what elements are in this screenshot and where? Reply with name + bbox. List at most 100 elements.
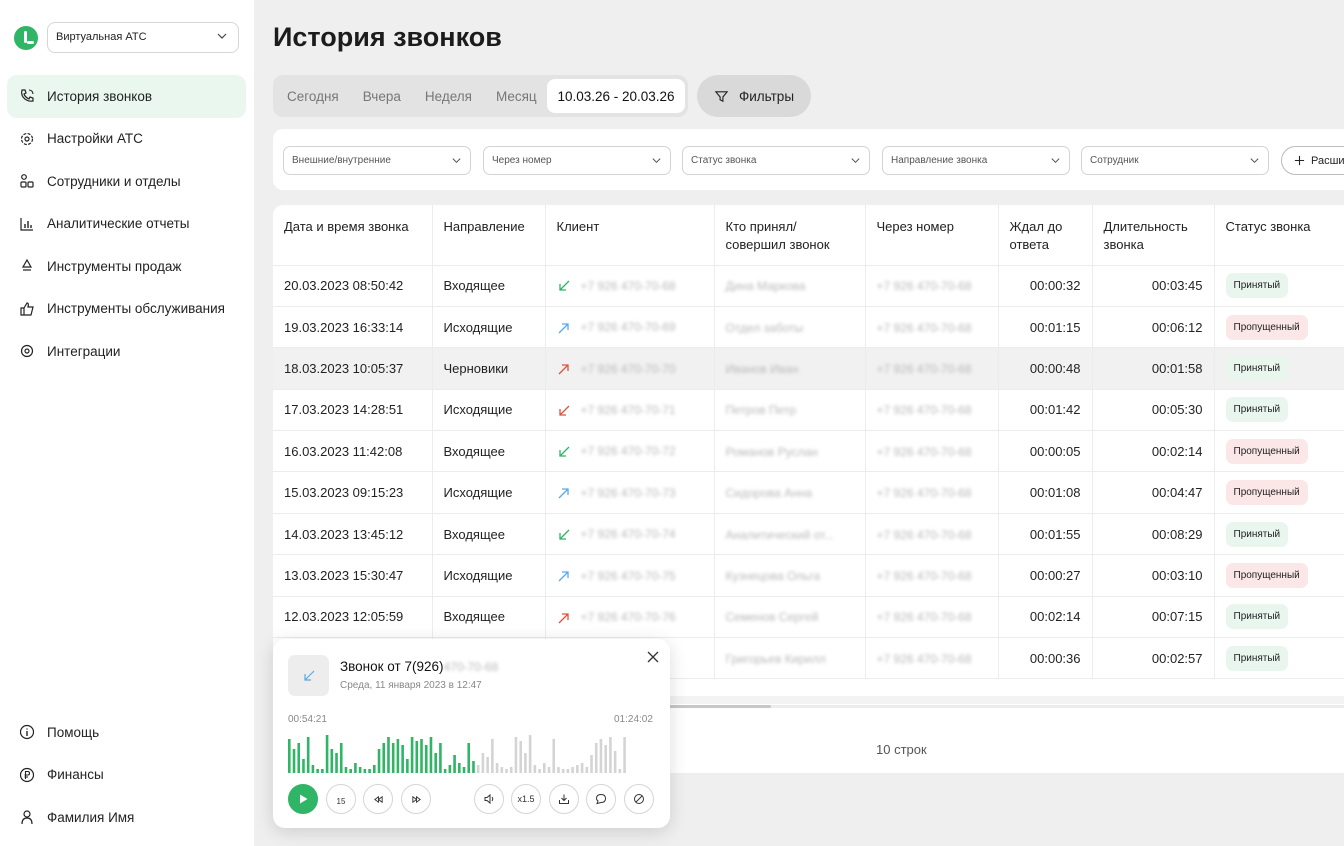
filter-via-number[interactable]: Через номер <box>483 146 671 175</box>
speed-button[interactable]: x1.5 <box>511 784 541 814</box>
col-direction[interactable]: Направление <box>432 205 546 266</box>
waveform-bar <box>495 763 499 773</box>
waveform-bar <box>514 737 518 773</box>
sidebar-item-integrations[interactable]: Интеграции <box>7 330 246 373</box>
filter-call-direction[interactable]: Направление звонка <box>882 146 1070 175</box>
via-number: +7 926 470-70-68 <box>876 486 972 501</box>
skip-back-button[interactable] <box>363 784 393 814</box>
table-row[interactable]: 14.03.2023 13:45:12 Входящее +7 926 470-70… <box>273 513 1344 556</box>
cell-client[interactable]: +7 926 470-70-72 <box>545 430 715 473</box>
table-row[interactable]: 19.03.2023 16:33:14 Исходящие +7 926 470-7… <box>273 306 1344 349</box>
table-row[interactable]: 20.03.2023 08:50:42 Входящее +7 926 470-70… <box>273 265 1344 307</box>
col-client[interactable]: Клиент <box>545 205 715 266</box>
sidebar-item-profile[interactable]: Фамилия Имя <box>7 796 246 839</box>
col-datetime[interactable]: Дата и время звонка <box>273 205 433 266</box>
col-via-number[interactable]: Через номер <box>865 205 999 266</box>
cell-wait: 00:01:55 <box>998 513 1093 556</box>
cell-client[interactable]: +7 926 470-70-75 <box>545 554 715 597</box>
skip-forward-button[interactable] <box>401 784 431 814</box>
volume-button[interactable] <box>474 784 504 814</box>
sidebar-item-analytics[interactable]: Аналитические отчеты <box>7 203 246 246</box>
filter-internal-external[interactable]: Внешние/внутренние <box>283 146 471 175</box>
cell-via-number: +7 926 470-70-68 <box>865 265 999 307</box>
table-row[interactable]: 13.03.2023 15:30:47 Исходящие +7 926 470-7… <box>273 554 1344 597</box>
close-icon[interactable] <box>647 651 659 663</box>
table-row[interactable]: 12.03.2023 12:05:59 Входящее +7 926 470-70… <box>273 596 1344 639</box>
cell-agent: Аналитический от... <box>714 513 866 556</box>
waveform-bar <box>528 735 532 773</box>
tab-month[interactable]: Месяц <box>496 89 537 104</box>
scrollbar-thumb[interactable] <box>653 705 771 708</box>
users-icon <box>19 173 35 189</box>
cell-via-number: +7 926 470-70-68 <box>865 513 999 556</box>
waveform-bar <box>325 735 329 773</box>
download-button[interactable] <box>549 784 579 814</box>
expand-filters-button[interactable]: Расши <box>1281 146 1344 175</box>
tab-date-range[interactable]: 10.03.26 - 20.03.26 <box>547 79 685 113</box>
sidebar-item-call-history[interactable]: История звонков <box>7 75 246 118</box>
col-agent[interactable]: Кто принял/ совершил звонок <box>714 205 866 266</box>
cell-duration: 00:03:10 <box>1092 554 1215 597</box>
cell-via-number: +7 926 470-70-68 <box>865 554 999 597</box>
tab-week[interactable]: Неделя <box>425 89 472 104</box>
agent-name: Романов Руслан <box>725 444 818 459</box>
user-icon <box>19 809 35 825</box>
sidebar-item-pbx-settings[interactable]: Настройки АТС <box>7 118 246 161</box>
cell-client[interactable]: +7 926 470-70-74 <box>545 513 715 556</box>
block-button[interactable] <box>624 784 654 814</box>
chevron-down-icon <box>851 158 860 164</box>
cell-duration: 00:04:47 <box>1092 471 1215 514</box>
play-button[interactable] <box>288 784 318 814</box>
rewind-15-label: 15 <box>336 796 346 806</box>
table-row[interactable]: 17.03.2023 14:28:51 Исходящие +7 926 470-7… <box>273 389 1344 432</box>
download-icon <box>559 794 569 804</box>
waveform-bar <box>377 749 381 773</box>
info-icon <box>19 724 35 740</box>
table-row[interactable]: 18.03.2023 10:05:37 Черновики +7 926 470-7… <box>273 347 1344 390</box>
tab-today[interactable]: Сегодня <box>287 89 339 104</box>
player-total-time: 01:24:02 <box>614 714 653 725</box>
agent-name: Иванов Иван <box>725 361 799 376</box>
waveform-bar <box>467 743 471 773</box>
sidebar-item-finance[interactable]: Финансы <box>7 754 246 797</box>
cell-client[interactable]: +7 926 470-70-73 <box>545 471 715 514</box>
waveform-bar <box>613 751 617 773</box>
table-row[interactable]: 16.03.2023 11:42:08 Входящее +7 926 470-70… <box>273 430 1344 473</box>
tab-yesterday[interactable]: Вчера <box>363 89 401 104</box>
sidebar-item-service-tools[interactable]: Инструменты обслуживания <box>7 288 246 331</box>
cell-wait: 00:00:48 <box>998 347 1093 390</box>
sidebar-item-help[interactable]: Помощь <box>7 711 246 754</box>
via-number: +7 926 470-70-68 <box>876 320 972 335</box>
filters-button[interactable]: Фильтры <box>697 75 811 117</box>
sidebar-item-sales-tools[interactable]: Инструменты продаж <box>7 245 246 288</box>
waveform[interactable] <box>288 733 628 773</box>
cell-client[interactable]: +7 926 470-70-76 <box>545 596 715 639</box>
comment-button[interactable] <box>586 784 616 814</box>
filter-employee[interactable]: Сотрудник <box>1081 146 1269 175</box>
cell-client[interactable]: +7 926 470-70-69 <box>545 306 715 349</box>
cell-via-number: +7 926 470-70-68 <box>865 347 999 390</box>
cell-client[interactable]: +7 926 470-70-71 <box>545 389 715 432</box>
cell-client[interactable]: +7 926 470-70-68 <box>545 265 715 307</box>
rewind-15-button[interactable]: 15 <box>326 784 356 814</box>
cell-duration: 00:02:14 <box>1092 430 1215 473</box>
cell-wait: 00:00:36 <box>998 637 1093 680</box>
integration-icon <box>19 343 35 359</box>
table-row[interactable]: 15.03.2023 09:15:23 Исходящие +7 926 470-7… <box>273 471 1344 514</box>
fast-forward-icon <box>411 795 421 803</box>
outgoing-arrow-icon <box>558 488 569 499</box>
sidebar-item-employees[interactable]: Сотрудники и отделы <box>7 160 246 203</box>
waveform-bar <box>604 745 607 773</box>
col-wait[interactable]: Ждал до ответа <box>998 205 1093 266</box>
col-status[interactable]: Статус звонка <box>1214 205 1344 266</box>
waveform-bar <box>599 739 603 773</box>
waveform-bar <box>552 739 556 773</box>
org-select[interactable]: Виртуальная АТС <box>47 22 239 53</box>
waveform-bar <box>453 755 456 773</box>
cell-client[interactable]: +7 926 470-70-70 <box>545 347 715 390</box>
waveform-bar <box>524 753 527 773</box>
waveform-bar <box>349 769 352 773</box>
cell-datetime: 17.03.2023 14:28:51 <box>273 389 433 432</box>
filter-call-status[interactable]: Статус звонка <box>682 146 870 175</box>
col-duration[interactable]: Длительность звонка <box>1092 205 1215 266</box>
